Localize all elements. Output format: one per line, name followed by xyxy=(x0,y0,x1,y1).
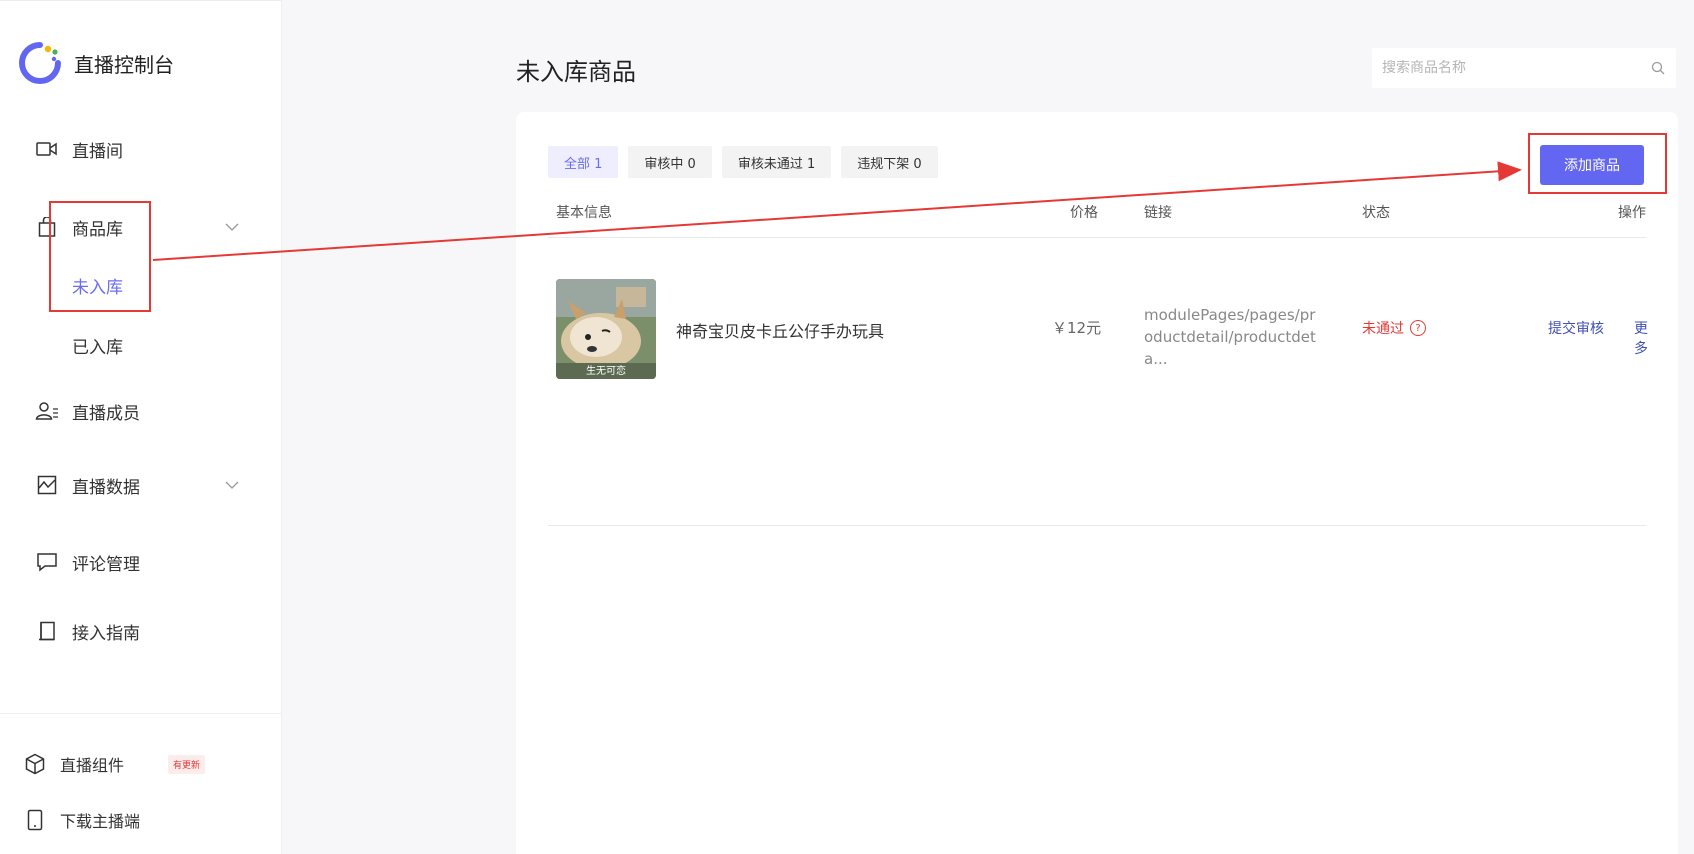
status-tabs: 全部 1 审核中 0 审核未通过 1 违规下架 0 xyxy=(548,146,938,178)
user-list-icon xyxy=(34,398,60,424)
product-link: modulePages/pages/productdetail/productd… xyxy=(1144,306,1316,368)
cube-icon xyxy=(22,751,48,777)
help-icon[interactable]: ? xyxy=(1410,320,1426,336)
status-text: 未通过 xyxy=(1362,321,1404,337)
chevron-down-icon[interactable] xyxy=(224,219,240,235)
sidebar-item-integration-guide[interactable]: 接入指南 xyxy=(34,618,140,644)
column-header-status: 状态 xyxy=(1362,205,1390,221)
sidebar-item-label: 评论管理 xyxy=(72,554,140,575)
thumbnail-caption: 生无可恋 xyxy=(586,366,626,377)
table-header: 基本信息 价格 链接 状态 操作 xyxy=(548,202,1646,238)
sidebar-item-live-room[interactable]: 直播间 xyxy=(34,136,123,162)
status-badge: 未通过 ? xyxy=(1362,318,1426,338)
search-box[interactable] xyxy=(1372,48,1676,88)
comment-icon xyxy=(34,549,60,575)
logo-icon xyxy=(19,42,61,84)
sidebar-item-comment-management[interactable]: 评论管理 xyxy=(34,549,140,575)
tab-rejected[interactable]: 审核未通过 1 xyxy=(721,146,832,178)
video-camera-icon xyxy=(34,136,60,162)
sidebar-item-live-data[interactable]: 直播数据 xyxy=(34,472,239,498)
product-thumbnail: 生无可恋 xyxy=(556,279,656,379)
sidebar: 直播控制台 直播间 商品库 未入库 已入库 直播成员 直播数据 评论管理 接入指… xyxy=(0,0,282,854)
submit-review-button[interactable]: 提交审核 xyxy=(1548,318,1604,338)
tab-all[interactable]: 全部 1 xyxy=(548,146,619,178)
chevron-down-icon[interactable] xyxy=(224,477,240,493)
tab-reviewing[interactable]: 审核中 0 xyxy=(628,146,712,178)
annotation-box-sidebar xyxy=(49,201,151,312)
sidebar-item-label: 直播组件 xyxy=(60,756,125,775)
product-card: 全部 1 审核中 0 审核未通过 1 违规下架 0 添加商品 基本信息 价格 链… xyxy=(516,112,1678,854)
sidebar-subitem-stocked[interactable]: 已入库 xyxy=(72,333,123,358)
brand[interactable]: 直播控制台 xyxy=(18,41,174,85)
column-header-link: 链接 xyxy=(1144,205,1172,221)
book-icon xyxy=(34,618,60,644)
product-name: 神奇宝贝皮卡丘公仔手办玩具 xyxy=(676,322,885,341)
column-header-action: 操作 xyxy=(1618,205,1646,221)
table-row: 生无可恋 神奇宝贝皮卡丘公仔手办玩具 ￥12元 modulePages/page… xyxy=(548,238,1648,526)
product-price: ￥12元 xyxy=(1052,319,1102,337)
annotation-box-add-button xyxy=(1528,133,1667,194)
sidebar-item-live-members[interactable]: 直播成员 xyxy=(34,398,140,424)
sidebar-item-label: 直播数据 xyxy=(72,477,140,498)
chart-icon xyxy=(34,472,60,498)
more-button[interactable]: 更多 xyxy=(1634,318,1648,358)
update-badge: 有更新 xyxy=(168,754,206,774)
app-title: 直播控制台 xyxy=(74,52,174,77)
sidebar-divider xyxy=(0,713,282,714)
sidebar-item-live-component[interactable]: 直播组件 有更新 xyxy=(22,751,206,777)
search-icon[interactable] xyxy=(1650,60,1666,76)
sidebar-item-download-host[interactable]: 下载主播端 xyxy=(22,807,140,833)
search-input[interactable] xyxy=(1382,60,1650,76)
page-title: 未入库商品 xyxy=(516,58,636,86)
column-header-price: 价格 xyxy=(1070,205,1098,221)
tab-violation-removed[interactable]: 违规下架 0 xyxy=(841,146,938,178)
sidebar-item-label: 下载主播端 xyxy=(60,812,141,831)
sidebar-item-label: 直播成员 xyxy=(72,403,140,424)
sidebar-item-label: 接入指南 xyxy=(72,623,140,644)
sidebar-item-label: 直播间 xyxy=(72,141,123,162)
phone-icon xyxy=(22,807,48,833)
column-header-info: 基本信息 xyxy=(556,205,612,221)
